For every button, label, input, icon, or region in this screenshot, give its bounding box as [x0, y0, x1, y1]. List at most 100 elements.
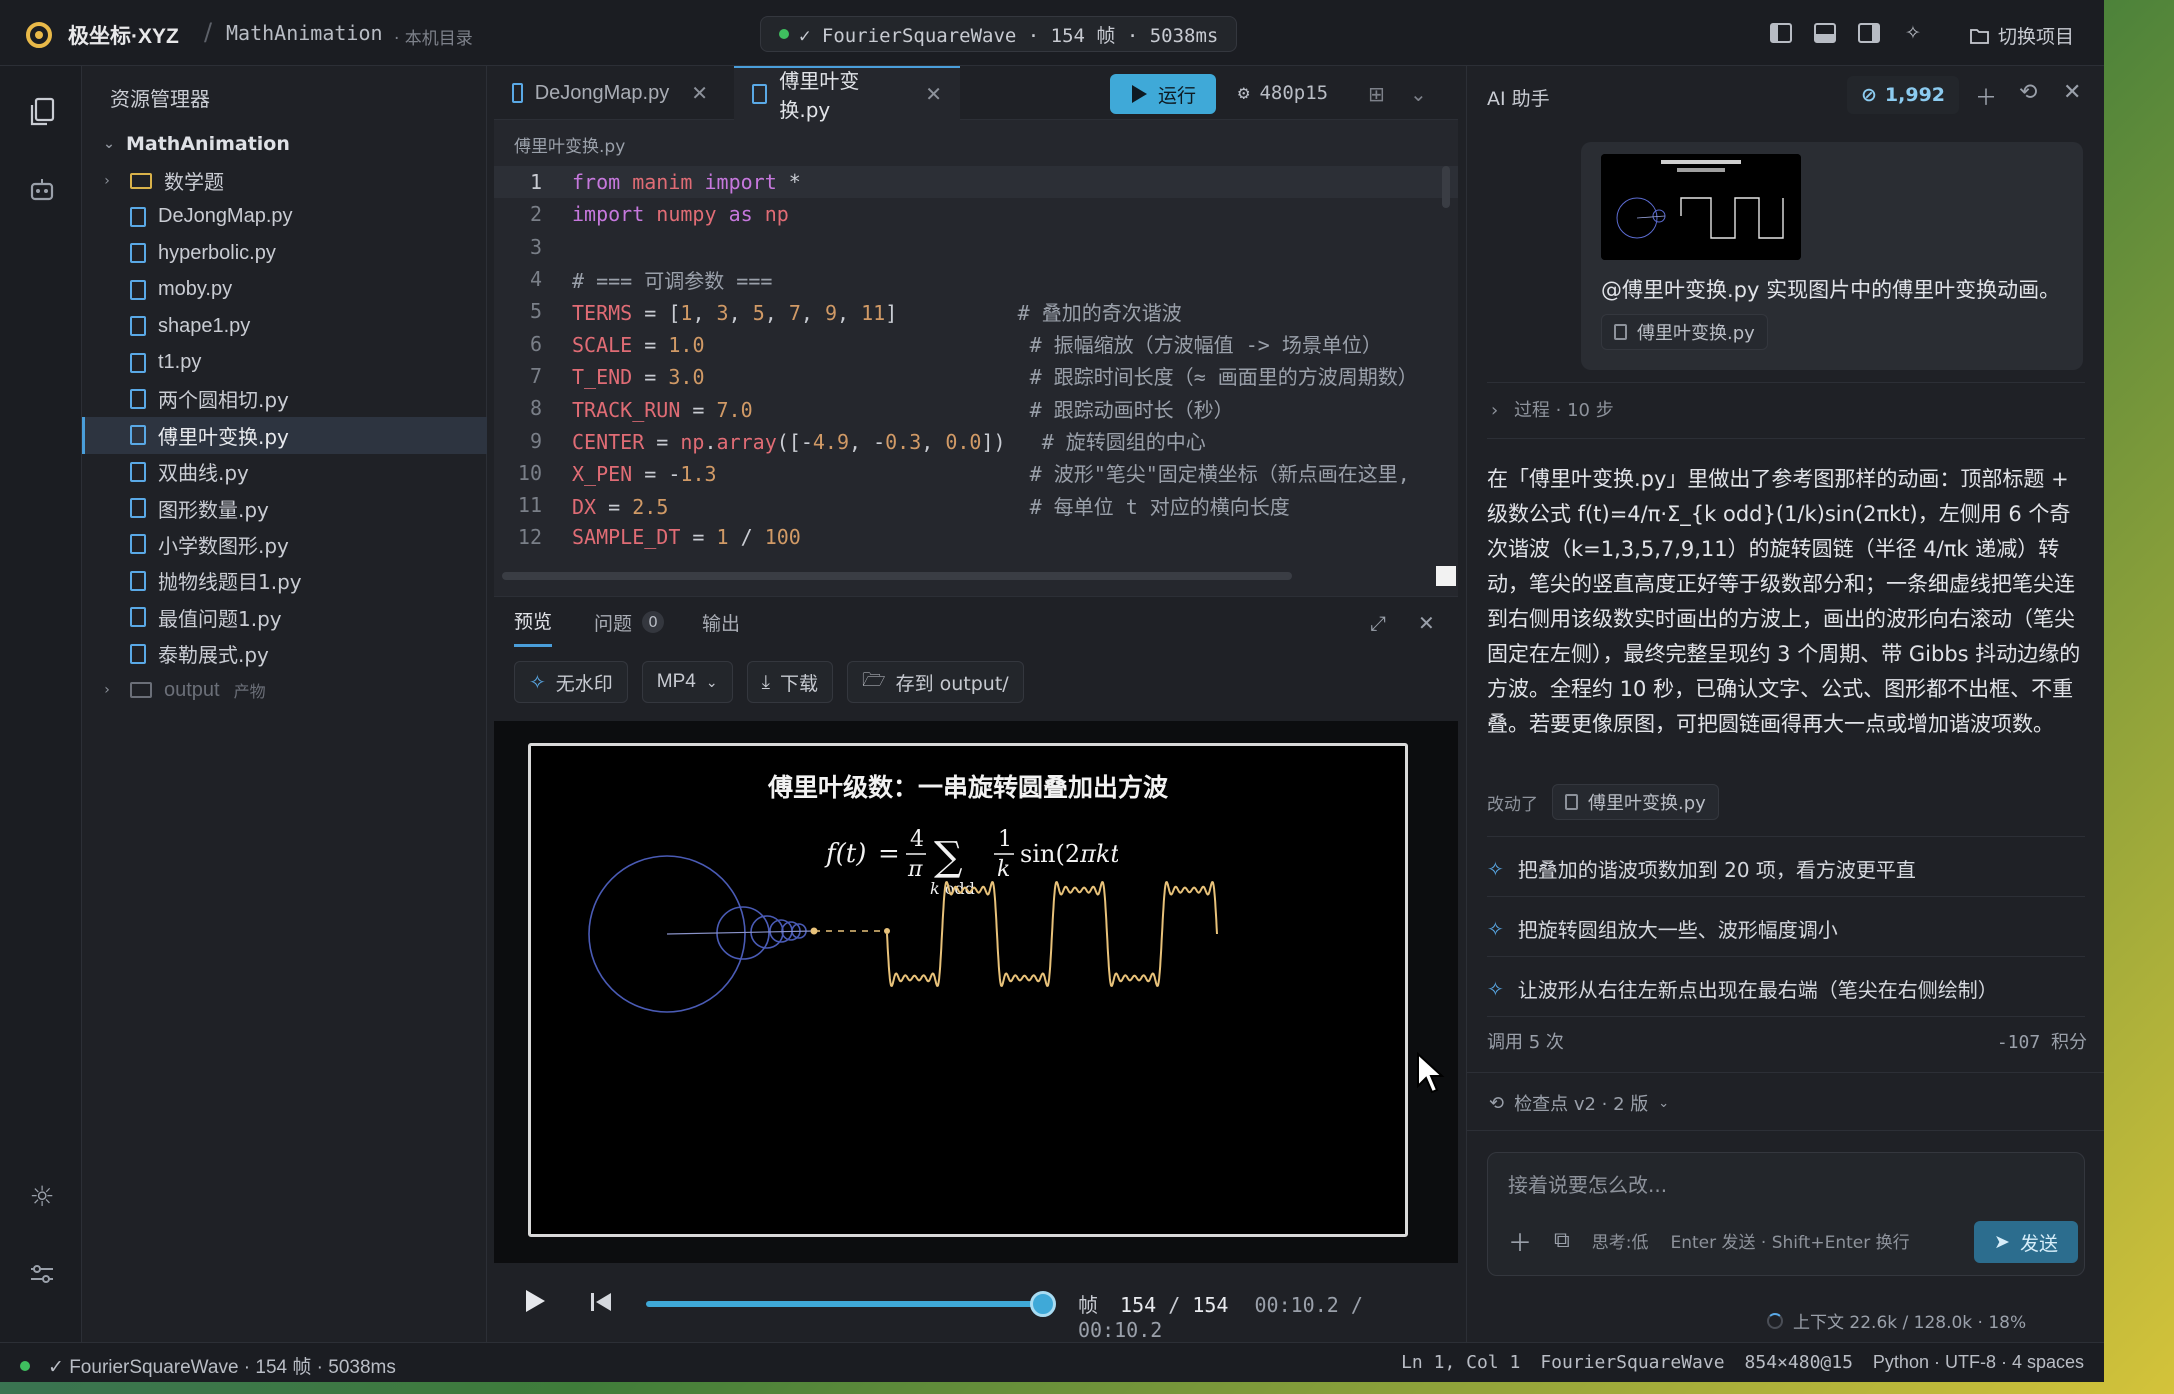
- reference-image-thumbnail[interactable]: [1601, 154, 1801, 260]
- history-icon[interactable]: ⟲: [2019, 80, 2037, 105]
- close-icon[interactable]: ✕: [1418, 611, 1435, 635]
- explorer-title: 资源管理器: [110, 87, 210, 111]
- title-bar: 极坐标·XYZ / MathAnimation · 本机目录 ✓ Fourier…: [0, 0, 2104, 66]
- expand-icon[interactable]: ⤢: [1370, 611, 1386, 635]
- wave-start-point: [884, 928, 890, 934]
- tab-output[interactable]: 输出: [702, 597, 740, 647]
- tree-item-file[interactable]: DeJongMap.py: [82, 199, 487, 235]
- python-file-icon: [130, 570, 146, 591]
- tree-item-file[interactable]: 两个圆相切.py: [82, 381, 487, 417]
- suggestion-item[interactable]: ✧ 把旋转圆组放大一些、波形幅度调小: [1487, 914, 1838, 943]
- skip-back-icon[interactable]: [590, 1291, 612, 1319]
- tab-fourier[interactable]: 傅里叶变换.py ✕: [734, 66, 960, 122]
- robot-assistant-icon[interactable]: [22, 170, 62, 210]
- theme-sun-icon[interactable]: ☼: [22, 1176, 62, 1216]
- tree-item-file[interactable]: shape1.py: [82, 308, 487, 344]
- tab-dejongmap[interactable]: DeJongMap.py ✕: [494, 66, 726, 120]
- tree-root-folder[interactable]: ⌄ MathAnimation: [82, 126, 487, 162]
- vertical-scrollbar[interactable]: [1442, 166, 1450, 208]
- process-toggle[interactable]: › 过程 · 10 步: [1491, 396, 1614, 422]
- thinking-level[interactable]: 思考:低: [1592, 1228, 1649, 1253]
- explorer-files-icon[interactable]: [22, 92, 62, 132]
- context-spinner-icon: [1767, 1312, 1783, 1329]
- timeline-slider-handle[interactable]: [1030, 1291, 1056, 1317]
- tab-problems[interactable]: 问题 0: [594, 597, 665, 647]
- tree-item-file[interactable]: 泰勒展式.py: [82, 635, 487, 671]
- scene-name[interactable]: FourierSquareWave: [1540, 1352, 1724, 1373]
- tree-item-file[interactable]: 双曲线.py: [82, 454, 487, 490]
- breadcrumb-project[interactable]: MathAnimation: [226, 21, 383, 45]
- tree-item-file[interactable]: t1.py: [82, 344, 487, 380]
- checkpoint-selector[interactable]: ⟲ 检查点 v2 · 2 版 ⌄: [1489, 1090, 1669, 1116]
- changed-label: 改动了: [1487, 794, 1538, 815]
- attached-file-chip[interactable]: 傅里叶变换.py: [1601, 314, 1768, 350]
- timeline-slider[interactable]: [646, 1301, 1046, 1307]
- save-folder-icon: 🗁: [862, 669, 886, 691]
- download-button[interactable]: ⤓ 下载: [746, 661, 834, 703]
- tree-item-label: 傅里叶变换.py: [158, 424, 289, 449]
- line-number: 7: [529, 363, 542, 388]
- format-select[interactable]: MP4 ⌄: [641, 661, 733, 703]
- divider: [1487, 1016, 2085, 1017]
- close-icon[interactable]: ✕: [691, 81, 708, 106]
- checkpoint-label: 检查点 v2 · 2 版: [1514, 1094, 1649, 1115]
- folder-icon: [130, 682, 152, 699]
- line-number: 6: [529, 331, 542, 356]
- folder-icon: [130, 172, 152, 189]
- status-run-info[interactable]: ✓ FourierSquareWave · 154 帧 · 5038ms: [20, 1352, 396, 1379]
- close-icon[interactable]: ✕: [925, 82, 942, 106]
- call-count: 调用 5 次: [1487, 1032, 1564, 1053]
- toggle-right-panel-icon[interactable]: [1854, 18, 1884, 48]
- new-chat-plus-icon[interactable]: ＋: [1975, 80, 1997, 112]
- switch-project-button[interactable]: 切换项目: [1970, 22, 2074, 49]
- line-number: 3: [529, 234, 542, 259]
- settings-sliders-icon[interactable]: [22, 1254, 62, 1294]
- run-button[interactable]: 运行: [1110, 74, 1216, 114]
- suggestion-text: 把旋转圆组放大一些、波形幅度调小: [1517, 918, 1838, 942]
- switch-project-label: 切换项目: [1998, 26, 2075, 48]
- run-status-pill[interactable]: ✓ FourierSquareWave · 154 帧 · 5038ms: [760, 16, 1238, 52]
- changed-file-chip[interactable]: 傅里叶变换.py: [1552, 784, 1719, 820]
- quality-selector[interactable]: ⚙ 480p15: [1238, 82, 1328, 104]
- send-button[interactable]: ➤ 发送: [1974, 1221, 2078, 1263]
- suggestion-item[interactable]: ✧ 把叠加的谐波项数加到 20 项，看方波更平直: [1487, 854, 1916, 883]
- folder-open-icon: [1970, 28, 1989, 44]
- assistant-answer: 在「傅里叶变换.py」里做出了参考图那样的动画：顶部标题 + 级数公式 f(t)…: [1487, 467, 2081, 736]
- video-frame[interactable]: 傅里叶级数：一串旋转圆叠加出方波 f(t) = 4 π ∑ k odd 1 k …: [528, 743, 1408, 1237]
- resolution[interactable]: 854×480@15: [1745, 1352, 1853, 1373]
- tree-item-folder-math[interactable]: › 数学题: [82, 162, 487, 198]
- tree-item-file[interactable]: hyperbolic.py: [82, 235, 487, 271]
- cursor-position[interactable]: Ln 1, Col 1: [1401, 1352, 1520, 1373]
- tree-item-file[interactable]: moby.py: [82, 272, 487, 308]
- chevron-right-icon: ›: [104, 172, 110, 189]
- add-plus-icon[interactable]: ＋: [1508, 1223, 1532, 1258]
- add-comment-icon[interactable]: ⊞: [1368, 82, 1385, 106]
- no-watermark-button[interactable]: ✧ 无水印: [514, 661, 628, 703]
- tree-item-label: moby.py: [158, 278, 233, 301]
- credits-badge[interactable]: ⊘ 1,992: [1847, 76, 1960, 114]
- tree-item-folder-output[interactable]: › output 产物: [82, 672, 487, 708]
- tree-item-file[interactable]: 最值问题1.py: [82, 599, 487, 635]
- python-file-icon: [130, 425, 146, 446]
- chat-input[interactable]: [1508, 1173, 2068, 1197]
- chevron-down-icon[interactable]: ⌄: [1410, 82, 1427, 106]
- code-area[interactable]: 1 from manim import * 2 import numpy as np…: [494, 166, 1458, 554]
- add-image-icon[interactable]: ⧉: [1554, 1228, 1570, 1253]
- tree-item-file[interactable]: 抛物线题目1.py: [82, 563, 487, 599]
- file-icon: [1565, 794, 1578, 810]
- tree-item-file-selected[interactable]: 傅里叶变换.py: [82, 417, 487, 454]
- suggestion-item[interactable]: ✧ 让波形从右往左新点出现在最右端（笔尖在右侧绘制）: [1487, 974, 1998, 1003]
- tab-preview[interactable]: 预览: [514, 597, 553, 647]
- toggle-bottom-panel-icon[interactable]: [1810, 18, 1840, 48]
- tree-item-file[interactable]: 小学数图形.py: [82, 526, 487, 562]
- close-icon[interactable]: ✕: [2063, 80, 2081, 105]
- tree-item-file[interactable]: 图形数量.py: [82, 490, 487, 526]
- format-label: MP4: [656, 671, 696, 692]
- play-icon[interactable]: [524, 1289, 546, 1319]
- horizontal-scrollbar[interactable]: [502, 572, 1292, 580]
- save-output-button[interactable]: 🗁 存到 output/: [847, 661, 1024, 703]
- sparkle-icon[interactable]: ✧: [1898, 18, 1928, 48]
- language-encoding[interactable]: Python · UTF-8 · 4 spaces: [1873, 1352, 2084, 1373]
- app-window: 极坐标·XYZ / MathAnimation · 本机目录 ✓ Fourier…: [0, 0, 2104, 1382]
- toggle-left-panel-icon[interactable]: [1766, 18, 1796, 48]
